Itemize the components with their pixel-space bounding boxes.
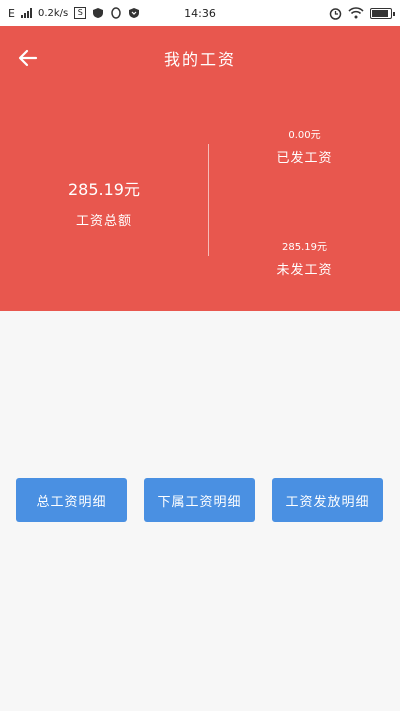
unpaid-salary-block: 285.19元 未发工资 [209, 238, 400, 278]
top-bar: 我的工资 [0, 26, 400, 90]
total-salary-amount: 285.19元 [68, 180, 140, 199]
total-salary-label: 工资总额 [75, 214, 132, 229]
subordinate-salary-detail-button[interactable]: 下属工资明细 [144, 478, 255, 522]
alarm-icon [329, 7, 342, 20]
total-salary-detail-button[interactable]: 总工资明细 [16, 478, 127, 522]
qq-icon [111, 7, 121, 19]
total-salary-block: 285.19元 工资总额 [0, 176, 208, 229]
wifi-icon [348, 7, 364, 19]
unpaid-salary-amount: 285.19元 [282, 242, 327, 253]
signal-icon [20, 8, 32, 18]
shield-icon [93, 8, 104, 18]
network-type: E [8, 6, 15, 20]
battery-icon [370, 7, 395, 19]
paid-salary-amount: 0.00元 [288, 130, 321, 141]
status-left: E 0.2k/s S [8, 7, 140, 20]
sim-icon: S [74, 7, 87, 19]
vpn-shield-icon [129, 8, 140, 18]
paid-salary-block: 0.00元 已发工资 [209, 126, 400, 166]
unpaid-salary-label: 未发工资 [276, 263, 333, 278]
status-right [329, 7, 395, 20]
network-speed: 0.2k/s [37, 7, 69, 19]
page-title: 我的工资 [163, 50, 236, 69]
salary-summary-panel: 我的工资 285.19元 工资总额 0.00元 已发工资 285.19元 未发工… [0, 26, 400, 311]
salary-payout-detail-button[interactable]: 工资发放明细 [272, 478, 383, 522]
status-bar: E 0.2k/s S 14:36 [0, 0, 400, 26]
paid-salary-label: 已发工资 [276, 151, 333, 166]
